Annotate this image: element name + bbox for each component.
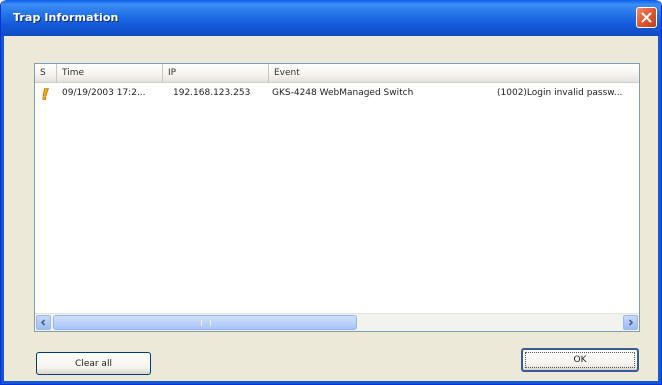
scroll-right-button[interactable]	[623, 315, 638, 330]
scroll-grip	[201, 320, 211, 326]
window-title: Trap Information	[13, 11, 119, 24]
chevron-left-icon	[40, 319, 46, 326]
trap-information-dialog: Trap Information S Time IP Event 09/19/2…	[0, 0, 662, 385]
warning-icon	[42, 88, 49, 100]
list-header: S Time IP Event	[35, 64, 639, 83]
ok-button[interactable]: OK	[521, 348, 639, 372]
row-time: 09/19/2003 17:2...	[62, 88, 146, 98]
row-event: GKS-4248 WebManaged Switch	[272, 88, 414, 98]
scroll-thumb[interactable]	[53, 315, 357, 330]
table-row[interactable]: 09/19/2003 17:2... 192.168.123.253 GKS-4…	[35, 86, 639, 101]
focus-outline	[525, 352, 635, 368]
window-frame-left	[1, 36, 4, 384]
title-bar[interactable]: Trap Information	[1, 0, 661, 36]
column-header-event[interactable]: Event	[269, 64, 639, 82]
clear-all-button[interactable]: Clear all	[36, 352, 151, 375]
window-frame-right	[658, 36, 661, 384]
scroll-left-button[interactable]	[36, 315, 51, 330]
close-icon	[641, 12, 652, 23]
chevron-right-icon	[628, 319, 634, 326]
row-detail: (1002)Login invalid passw...	[497, 88, 623, 98]
horizontal-scrollbar[interactable]	[35, 313, 639, 331]
trap-list[interactable]: S Time IP Event 09/19/2003 17:2... 192.1…	[34, 63, 640, 332]
window-frame-bottom	[1, 381, 661, 384]
column-header-time[interactable]: Time	[57, 64, 163, 82]
row-ip: 192.168.123.253	[173, 88, 251, 98]
column-header-ip[interactable]: IP	[163, 64, 269, 82]
close-button[interactable]	[636, 7, 657, 28]
column-header-severity[interactable]: S	[35, 64, 57, 82]
